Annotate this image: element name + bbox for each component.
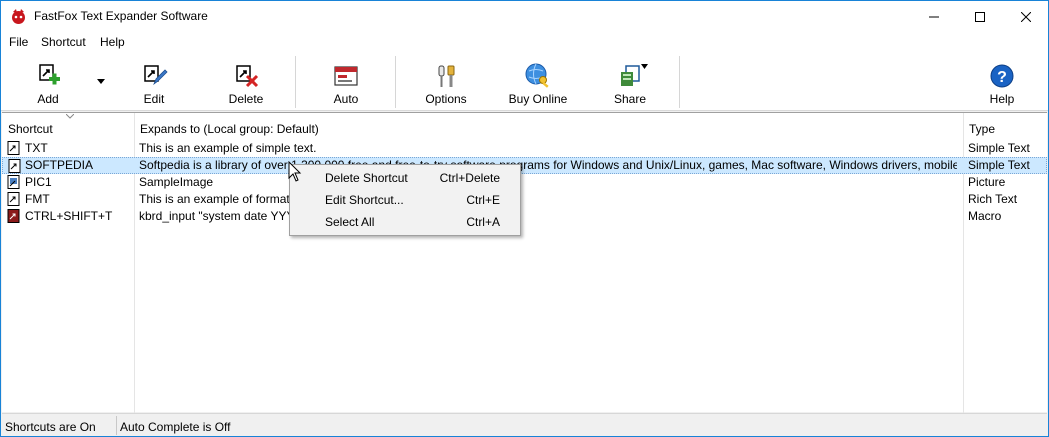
expands-cell: SampleImage <box>139 175 214 189</box>
type-cell: Picture <box>968 175 1006 189</box>
add-dropdown-icon[interactable] <box>97 79 105 84</box>
share-dropdown-icon[interactable] <box>641 64 648 69</box>
menu-bar: File Shortcut Help <box>1 32 1048 52</box>
shortcut-list[interactable]: Shortcut Expands to (Local group: Defaul… <box>2 112 1047 413</box>
close-icon <box>1021 11 1031 22</box>
edit-button[interactable]: Edit <box>121 56 187 108</box>
delete-button[interactable]: Delete <box>213 56 279 108</box>
context-menu-accelerator: Ctrl+A <box>466 215 500 229</box>
auto-complete-icon <box>334 66 358 86</box>
fox-app-icon <box>12 9 25 24</box>
globe-key-icon <box>525 63 549 88</box>
type-cell: Macro <box>968 209 1002 223</box>
text-icon <box>8 159 21 173</box>
shortcut-cell: SOFTPEDIA <box>25 158 94 172</box>
window-title: FastFox Text Expander Software <box>34 9 208 23</box>
add-label: Add <box>37 92 59 106</box>
picture-icon <box>7 175 20 189</box>
help-icon: ? <box>990 64 1014 88</box>
help-label: Help <box>989 92 1015 106</box>
context-menu-accelerator: Ctrl+Delete <box>439 171 500 185</box>
help-button[interactable]: ? Help <box>969 56 1035 108</box>
rich-text-icon <box>7 192 20 206</box>
menu-file[interactable]: File <box>9 35 28 49</box>
edit-label: Edit <box>143 92 165 106</box>
table-row[interactable]: CTRL+SHIFT+T kbrd_input "system date YYY… <box>2 208 1047 225</box>
minimize-button[interactable] <box>911 1 957 32</box>
table-row[interactable]: FMT This is an example of formatted Rich… <box>2 191 1047 208</box>
toolbar-separator <box>295 56 296 108</box>
options-button[interactable]: Options <box>411 56 481 108</box>
edit-shortcut-icon <box>144 65 168 86</box>
table-row[interactable]: PIC1 SampleImage Picture <box>2 174 1047 191</box>
menu-help[interactable]: Help <box>100 35 125 49</box>
maximize-icon <box>975 11 985 22</box>
context-menu: Delete Shortcut Ctrl+Delete Edit Shortcu… <box>289 164 521 236</box>
type-cell: Simple Text <box>968 158 1030 172</box>
table-row-selected[interactable]: SOFTPEDIA Softpedia is a library of over… <box>2 157 1047 174</box>
status-bar: Shortcuts are On Auto Complete is Off <box>2 413 1047 436</box>
context-menu-accelerator: Ctrl+E <box>466 193 500 207</box>
share-button[interactable]: Share <box>597 56 663 108</box>
auto-label: Auto <box>333 92 359 106</box>
auto-button[interactable]: Auto <box>313 56 379 108</box>
toolbar-separator <box>395 56 396 108</box>
context-menu-label: Select All <box>325 215 375 229</box>
svg-text:?: ? <box>997 69 1007 86</box>
column-header-expands[interactable]: Expands to (Local group: Default) <box>134 113 964 141</box>
expands-cell: Softpedia is a library of over 1,300,000… <box>139 158 957 172</box>
app-window: FastFox Text Expander Software File Shor… <box>0 0 1049 437</box>
context-menu-label: Edit Shortcut... <box>325 193 404 207</box>
shortcut-cell: FMT <box>25 192 50 206</box>
expands-cell: kbrd_input "system date YYYY- <box>139 209 306 223</box>
type-cell: Simple Text <box>968 141 1030 155</box>
add-button[interactable]: Add <box>15 56 81 108</box>
expands-cell: This is an example of simple text. <box>139 141 317 155</box>
share-icon <box>621 65 640 86</box>
shortcut-cell: TXT <box>25 141 48 155</box>
text-icon <box>7 141 20 155</box>
status-shortcuts: Shortcuts are On <box>5 420 96 434</box>
toolbar-separator <box>679 56 680 108</box>
options-tools-icon <box>438 65 455 87</box>
menu-shortcut[interactable]: Shortcut <box>41 35 86 49</box>
table-row[interactable]: TXT This is an example of simple text. S… <box>2 140 1047 157</box>
column-header-type[interactable]: Type <box>963 113 1047 141</box>
delete-label: Delete <box>228 92 264 106</box>
context-menu-edit-shortcut[interactable]: Edit Shortcut... Ctrl+E <box>291 188 519 210</box>
shortcut-cell: PIC1 <box>25 175 52 189</box>
title-bar: FastFox Text Expander Software <box>1 1 1048 32</box>
close-button[interactable] <box>1003 1 1049 32</box>
buy-online-button[interactable]: Buy Online <box>501 56 575 108</box>
context-menu-select-all[interactable]: Select All Ctrl+A <box>291 210 519 232</box>
options-label: Options <box>425 92 467 106</box>
status-autocomplete: Auto Complete is Off <box>120 420 231 434</box>
delete-shortcut-icon <box>236 65 259 88</box>
status-separator <box>116 416 117 435</box>
maximize-button[interactable] <box>957 1 1003 32</box>
toolbar: Add Edit Delete Auto Options Buy Online … <box>1 52 1048 111</box>
context-menu-delete-shortcut[interactable]: Delete Shortcut Ctrl+Delete <box>291 166 519 188</box>
expands-cell: This is an example of formatted <box>139 192 307 206</box>
mouse-pointer-icon <box>288 161 302 182</box>
minimize-icon <box>929 16 939 17</box>
macro-icon <box>7 209 20 223</box>
context-menu-label: Delete Shortcut <box>325 171 408 185</box>
shortcut-cell: CTRL+SHIFT+T <box>25 209 113 223</box>
column-header-shortcut[interactable]: Shortcut <box>2 113 134 141</box>
buy-online-label: Buy Online <box>508 92 568 106</box>
share-label: Share <box>613 92 647 106</box>
add-shortcut-icon <box>39 64 60 85</box>
type-cell: Rich Text <box>968 192 1018 206</box>
